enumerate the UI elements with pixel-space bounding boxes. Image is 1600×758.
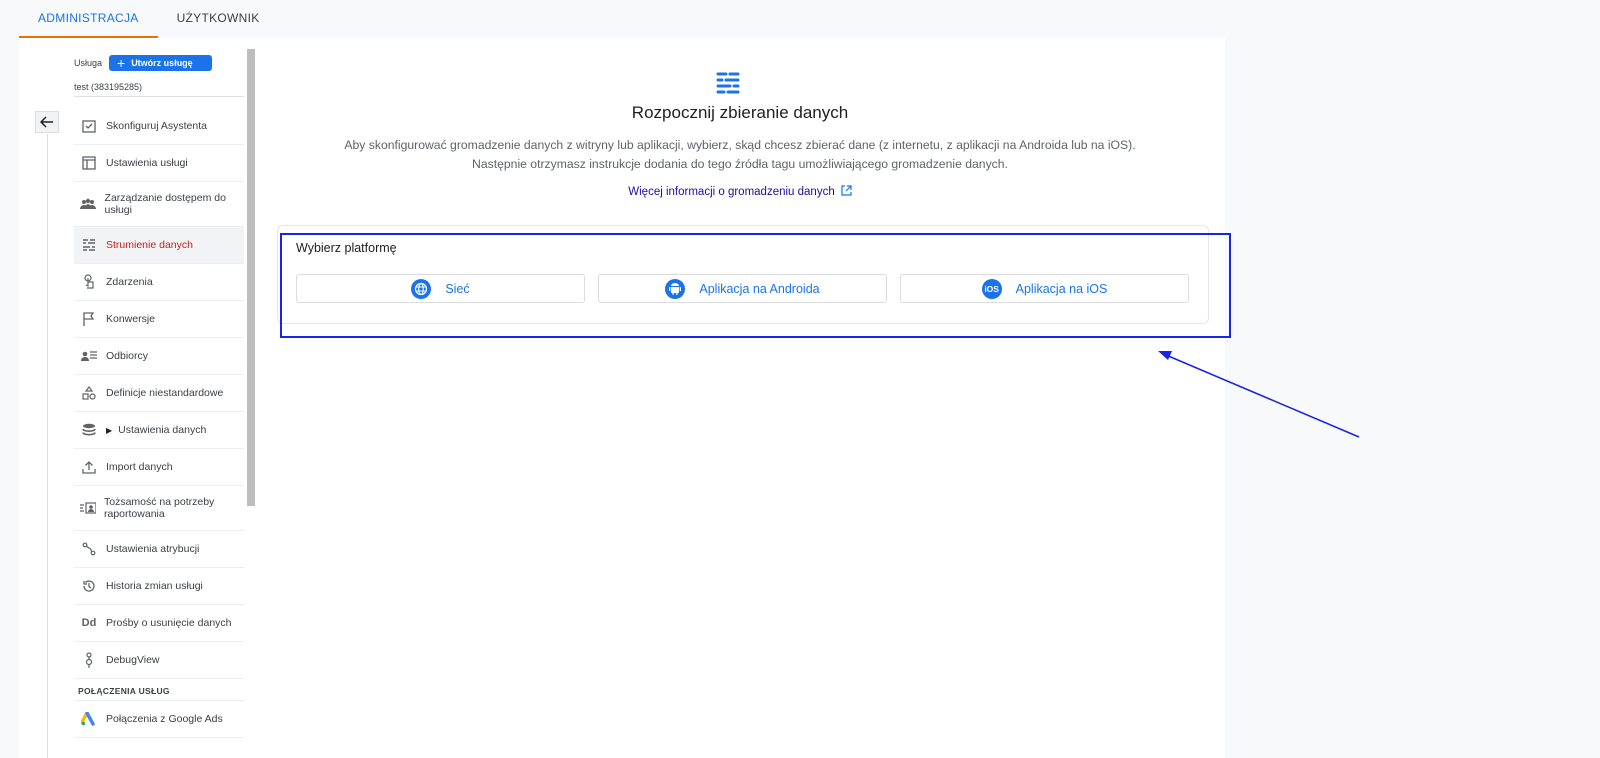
sidebar-item-property-settings[interactable]: Ustawienia usługi <box>74 145 244 182</box>
sidebar-item-data-import[interactable]: Import danych <box>74 449 244 486</box>
layout-icon <box>80 156 98 170</box>
sidebar-item-label: Połączenia z Google Ads <box>106 713 223 725</box>
sidebar-item-label: Zarządzanie dostępem do usługi <box>104 192 226 216</box>
sidebar-item-data-streams[interactable]: Strumienie danych <box>74 227 244 264</box>
sidebar-item-label: Strumienie danych <box>106 239 193 251</box>
property-label: Usługa <box>74 58 103 68</box>
streams-icon <box>80 239 98 251</box>
sidebar-item-label: Tożsamość na potrzeby raportowania <box>104 496 215 520</box>
database-icon <box>80 423 98 437</box>
upload-icon <box>80 460 98 474</box>
sidebar-item-reporting-identity[interactable]: Tożsamość na potrzeby raportowania <box>74 486 244 531</box>
sidebar-item-setup-assistant[interactable]: Skonfiguruj Asystenta <box>74 108 244 145</box>
sidebar-item-label: Skonfiguruj Asystenta <box>106 120 207 132</box>
sidebar-item-label: Definicje niestandardowe <box>106 387 224 399</box>
identity-icon <box>80 502 96 514</box>
property-selector[interactable]: test (383195285) <box>74 82 142 92</box>
sidebar-item-debugview[interactable]: DebugView <box>74 642 244 679</box>
dd-icon: Dd <box>81 617 97 629</box>
sidebar-nav: Skonfiguruj Asystenta Ustawienia usługi … <box>74 104 244 738</box>
sidebar-item-data-deletion[interactable]: Dd Prośby o usunięcie danych <box>74 605 244 642</box>
top-tabs: ADMINISTRACJA UŻYTKOWNIK <box>19 0 279 38</box>
sidebar-item-label: Ustawienia danych <box>118 424 207 436</box>
flag-icon <box>80 312 98 326</box>
google-ads-icon <box>80 712 98 726</box>
description-line-2: Następnie otrzymasz instrukcje dodania d… <box>472 157 1008 171</box>
history-icon <box>80 579 98 593</box>
divider <box>74 96 244 97</box>
checklist-icon <box>80 119 98 133</box>
expand-caret-icon[interactable]: ▶ <box>106 426 112 435</box>
more-info-link-label: Więcej informacji o gromadzeniu danych <box>628 186 835 198</box>
page-description: Aby skonfigurować gromadzenie danych z w… <box>290 136 1190 174</box>
more-info-link[interactable]: Więcej informacji o gromadzeniu danych <box>560 184 920 198</box>
data-streams-icon <box>712 66 744 98</box>
description-line-1: Aby skonfigurować gromadzenie danych z w… <box>344 138 1136 152</box>
sidebar-item-label: Prośby o usunięcie danych <box>106 617 232 629</box>
sidebar-item-label: Import danych <box>106 461 173 473</box>
create-property-label: Utwórz usługę <box>131 58 193 68</box>
arrow-left-icon <box>40 116 53 128</box>
sidebar-item-conversions[interactable]: Konwersje <box>74 301 244 338</box>
debug-icon <box>80 652 98 668</box>
sidebar-item-label: Odbiorcy <box>106 350 149 362</box>
nav-guide-line <box>47 134 48 758</box>
touch-icon <box>80 274 98 290</box>
sidebar-item-label: Zdarzenia <box>106 276 153 288</box>
audience-icon <box>80 350 98 362</box>
sidebar-item-label: Ustawienia atrybucji <box>106 543 200 555</box>
sidebar-item-events[interactable]: Zdarzenia <box>74 264 244 301</box>
external-link-icon <box>841 184 852 198</box>
shapes-icon <box>80 386 98 400</box>
back-button[interactable] <box>35 111 59 133</box>
sidebar-item-google-ads-links[interactable]: Połączenia z Google Ads <box>74 701 244 738</box>
sidebar-item-label: DebugView <box>106 654 160 666</box>
sidebar: Usługa + Utwórz usługę test (383195285) … <box>19 38 261 758</box>
sidebar-scrollbar[interactable] <box>247 49 255 506</box>
sidebar-item-label: Historia zmian usługi <box>106 580 203 592</box>
page-title: Rozpocznij zbieranie danych <box>631 103 849 122</box>
attribution-icon <box>80 542 98 556</box>
tab-uzytkownik[interactable]: UŻYTKOWNIK <box>158 0 279 38</box>
people-icon <box>80 198 97 210</box>
sidebar-item-access-management[interactable]: Zarządzanie dostępem do usługi <box>74 182 244 227</box>
sidebar-item-label: Ustawienia usługi <box>106 157 188 169</box>
section-title-property-links: POŁĄCZENIA USŁUG <box>74 679 244 701</box>
create-property-button[interactable]: + Utwórz usługę <box>109 55 212 71</box>
sidebar-item-change-history[interactable]: Historia zmian usługi <box>74 568 244 605</box>
plus-icon: + <box>117 55 126 71</box>
sidebar-item-audiences[interactable]: Odbiorcy <box>74 338 244 375</box>
annotation-highlight-box <box>280 233 1231 338</box>
tab-administracja[interactable]: ADMINISTRACJA <box>19 0 158 38</box>
sidebar-item-data-settings[interactable]: ▶ Ustawienia danych <box>74 412 244 449</box>
sidebar-item-custom-definitions[interactable]: Definicje niestandardowe <box>74 375 244 412</box>
sidebar-item-label: Konwersje <box>106 313 156 325</box>
sidebar-item-attribution-settings[interactable]: Ustawienia atrybucji <box>74 531 244 568</box>
